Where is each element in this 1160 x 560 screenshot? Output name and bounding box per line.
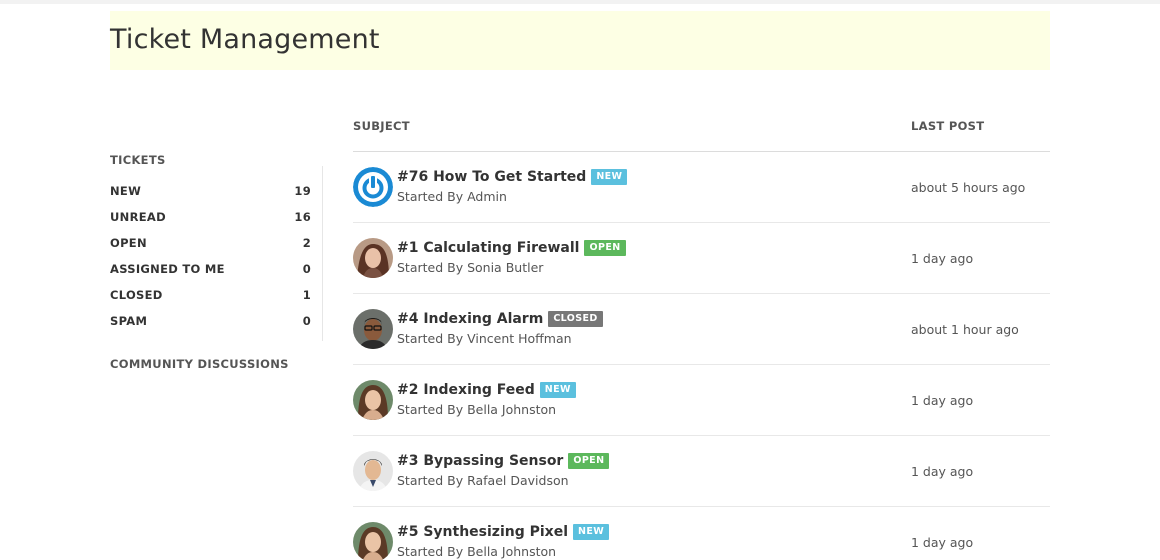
ticket-title[interactable]: #5 Synthesizing Pixel (397, 524, 568, 540)
sidebar-item-label: CLOSED (110, 288, 163, 302)
status-badge: CLOSED (548, 311, 603, 327)
sidebar-item-new[interactable]: NEW 19 (110, 178, 322, 204)
power-logo-icon (353, 167, 393, 207)
last-post-time: 1 day ago (911, 251, 974, 266)
sidebar-item-count: 0 (302, 262, 311, 276)
ticket-starter: Started By Vincent Hoffman (397, 331, 572, 346)
tickets-heading: TICKETS (110, 153, 166, 167)
status-badge: OPEN (568, 453, 610, 469)
status-badge: OPEN (584, 240, 626, 256)
sidebar-item-label: ASSIGNED TO ME (110, 262, 225, 276)
sidebar: TICKETS NEW 19 UNREAD 16 OPEN 2 ASSIGNED… (110, 153, 323, 371)
sidebar-item-label: SPAM (110, 314, 148, 328)
ticket-title-line: #3 Bypassing Sensor OPEN (397, 453, 610, 469)
ticket-title-line: #76 How To Get Started NEW (397, 169, 628, 185)
subject-column-header[interactable]: SUBJECT (353, 119, 410, 133)
top-border (0, 0, 1160, 4)
page-title: Ticket Management (110, 24, 380, 55)
sidebar-item-spam[interactable]: SPAM 0 (110, 308, 322, 334)
last-post-time: about 1 hour ago (911, 322, 1019, 337)
ticket-title[interactable]: #1 Calculating Firewall (397, 240, 579, 256)
sidebar-item-label: OPEN (110, 236, 147, 250)
avatar (353, 522, 393, 560)
sidebar-item-unread[interactable]: UNREAD 16 (110, 204, 322, 230)
table-row[interactable]: #4 Indexing Alarm CLOSED Started By Vinc… (353, 294, 1050, 365)
sidebar-item-closed[interactable]: CLOSED 1 (110, 282, 322, 308)
ticket-title-line: #2 Indexing Feed NEW (397, 382, 576, 398)
ticket-starter: Started By Sonia Butler (397, 260, 544, 275)
sidebar-item-label: NEW (110, 184, 142, 198)
page-header: Ticket Management (110, 11, 1050, 70)
ticket-title[interactable]: #4 Indexing Alarm (397, 311, 543, 327)
sidebar-item-count: 19 (294, 184, 311, 198)
community-discussions-link[interactable]: COMMUNITY DISCUSSIONS (110, 357, 323, 371)
status-badge: NEW (573, 524, 610, 540)
sidebar-item-label: UNREAD (110, 210, 166, 224)
avatar (353, 380, 393, 420)
last-post-time: 1 day ago (911, 535, 974, 550)
ticket-title[interactable]: #3 Bypassing Sensor (397, 453, 563, 469)
sidebar-item-assigned-to-me[interactable]: ASSIGNED TO ME 0 (110, 256, 322, 282)
sidebar-item-count: 1 (302, 288, 311, 302)
table-header: SUBJECT LAST POST (353, 110, 1050, 152)
ticket-title[interactable]: #76 How To Get Started (397, 169, 586, 185)
ticket-starter: Started By Admin (397, 189, 507, 204)
sidebar-item-count: 2 (302, 236, 311, 250)
ticket-title-line: #4 Indexing Alarm CLOSED (397, 311, 603, 327)
table-row[interactable]: #76 How To Get Started NEW Started By Ad… (353, 152, 1050, 223)
sidebar-item-count: 16 (294, 210, 311, 224)
last-post-time: 1 day ago (911, 393, 974, 408)
sidebar-item-open[interactable]: OPEN 2 (110, 230, 322, 256)
avatar (353, 238, 393, 278)
status-badge: NEW (591, 169, 628, 185)
table-row[interactable]: #2 Indexing Feed NEW Started By Bella Jo… (353, 365, 1050, 436)
status-badge: NEW (539, 382, 576, 398)
avatar (353, 309, 393, 349)
ticket-filter-list: NEW 19 UNREAD 16 OPEN 2 ASSIGNED TO ME 0… (110, 166, 323, 341)
avatar (353, 451, 393, 491)
ticket-table: SUBJECT LAST POST #76 How To Get Started… (353, 110, 1050, 560)
last-post-time: 1 day ago (911, 464, 974, 479)
table-row[interactable]: #5 Synthesizing Pixel NEW Started By Bel… (353, 507, 1050, 560)
ticket-starter: Started By Rafael Davidson (397, 473, 569, 488)
ticket-starter: Started By Bella Johnston (397, 544, 557, 559)
ticket-title-line: #1 Calculating Firewall OPEN (397, 240, 626, 256)
sidebar-item-count: 0 (302, 314, 311, 328)
table-row[interactable]: #3 Bypassing Sensor OPEN Started By Rafa… (353, 436, 1050, 507)
last-post-column-header[interactable]: LAST POST (911, 119, 984, 133)
ticket-title[interactable]: #2 Indexing Feed (397, 382, 535, 398)
ticket-title-line: #5 Synthesizing Pixel NEW (397, 524, 610, 540)
last-post-time: about 5 hours ago (911, 180, 1026, 195)
table-row[interactable]: #1 Calculating Firewall OPEN Started By … (353, 223, 1050, 294)
ticket-starter: Started By Bella Johnston (397, 402, 557, 417)
